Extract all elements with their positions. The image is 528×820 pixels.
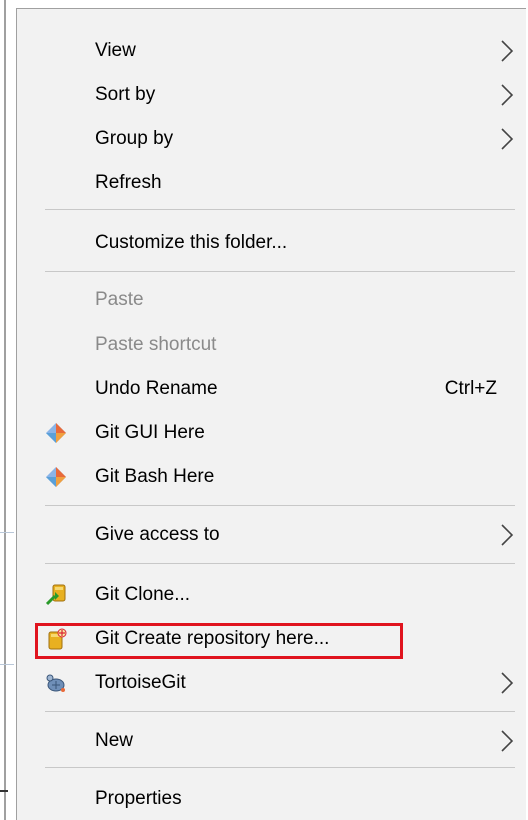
menu-item-sort-by[interactable]: Sort by — [17, 75, 525, 115]
menu-item-git-gui-here[interactable]: Git GUI Here — [17, 413, 525, 453]
chevron-right-icon — [501, 128, 514, 150]
window-edge — [4, 0, 6, 820]
background-line — [0, 790, 8, 792]
background-line — [0, 664, 14, 665]
chevron-right-icon — [501, 84, 514, 106]
background-line — [0, 532, 14, 533]
menu-item-label: Undo Rename — [95, 378, 218, 399]
tortoisegit-icon — [46, 674, 65, 692]
menu-item-label: Refresh — [95, 172, 162, 193]
menu-separator — [45, 271, 515, 272]
chevron-right-icon — [501, 524, 514, 546]
menu-item-customize-folder[interactable]: Customize this folder... — [17, 223, 525, 263]
menu-item-label: Group by — [95, 128, 174, 149]
menu-item-shortcut: Ctrl+Z — [444, 378, 497, 399]
menu-item-label: Paste shortcut — [95, 334, 217, 355]
menu-item-label: Git Clone... — [95, 584, 191, 605]
menu-item-give-access-to[interactable]: Give access to — [17, 515, 525, 555]
menu-separator — [45, 767, 515, 768]
menu-separator — [45, 563, 515, 564]
highlight-box — [35, 623, 403, 659]
menu-item-tortoisegit[interactable]: TortoiseGit — [17, 663, 525, 703]
menu-item-paste-shortcut: Paste shortcut — [17, 325, 525, 365]
menu-item-label: Git GUI Here — [95, 422, 205, 443]
menu-separator — [45, 711, 515, 712]
menu-item-refresh[interactable]: Refresh — [17, 163, 525, 203]
menu-item-paste: Paste — [17, 280, 525, 320]
menu-item-label: Give access to — [95, 524, 220, 545]
context-menu: View Sort by Group by Refresh Customize … — [16, 8, 526, 820]
menu-separator — [45, 505, 515, 506]
menu-item-label: Sort by — [95, 84, 156, 105]
git-icon — [46, 467, 66, 487]
menu-item-label: TortoiseGit — [95, 672, 186, 693]
menu-item-undo-rename[interactable]: Undo Rename Ctrl+Z — [17, 369, 525, 409]
menu-item-git-bash-here[interactable]: Git Bash Here — [17, 457, 525, 497]
chevron-right-icon — [501, 40, 514, 62]
git-clone-icon — [45, 584, 66, 606]
menu-item-git-clone[interactable]: Git Clone... — [17, 575, 525, 615]
menu-separator — [45, 209, 515, 210]
menu-item-label: Git Bash Here — [95, 466, 215, 487]
menu-item-label: View — [95, 40, 136, 61]
chevron-right-icon — [501, 672, 514, 694]
menu-item-label: Customize this folder... — [95, 232, 288, 253]
menu-item-properties[interactable]: Properties — [17, 779, 525, 819]
chevron-right-icon — [501, 730, 514, 752]
menu-item-group-by[interactable]: Group by — [17, 119, 525, 159]
menu-item-label: Paste — [95, 289, 144, 310]
menu-item-view[interactable]: View — [17, 31, 525, 71]
menu-item-label: Properties — [95, 788, 182, 809]
git-icon — [46, 423, 66, 443]
menu-item-label: New — [95, 730, 134, 751]
menu-item-new[interactable]: New — [17, 721, 525, 761]
